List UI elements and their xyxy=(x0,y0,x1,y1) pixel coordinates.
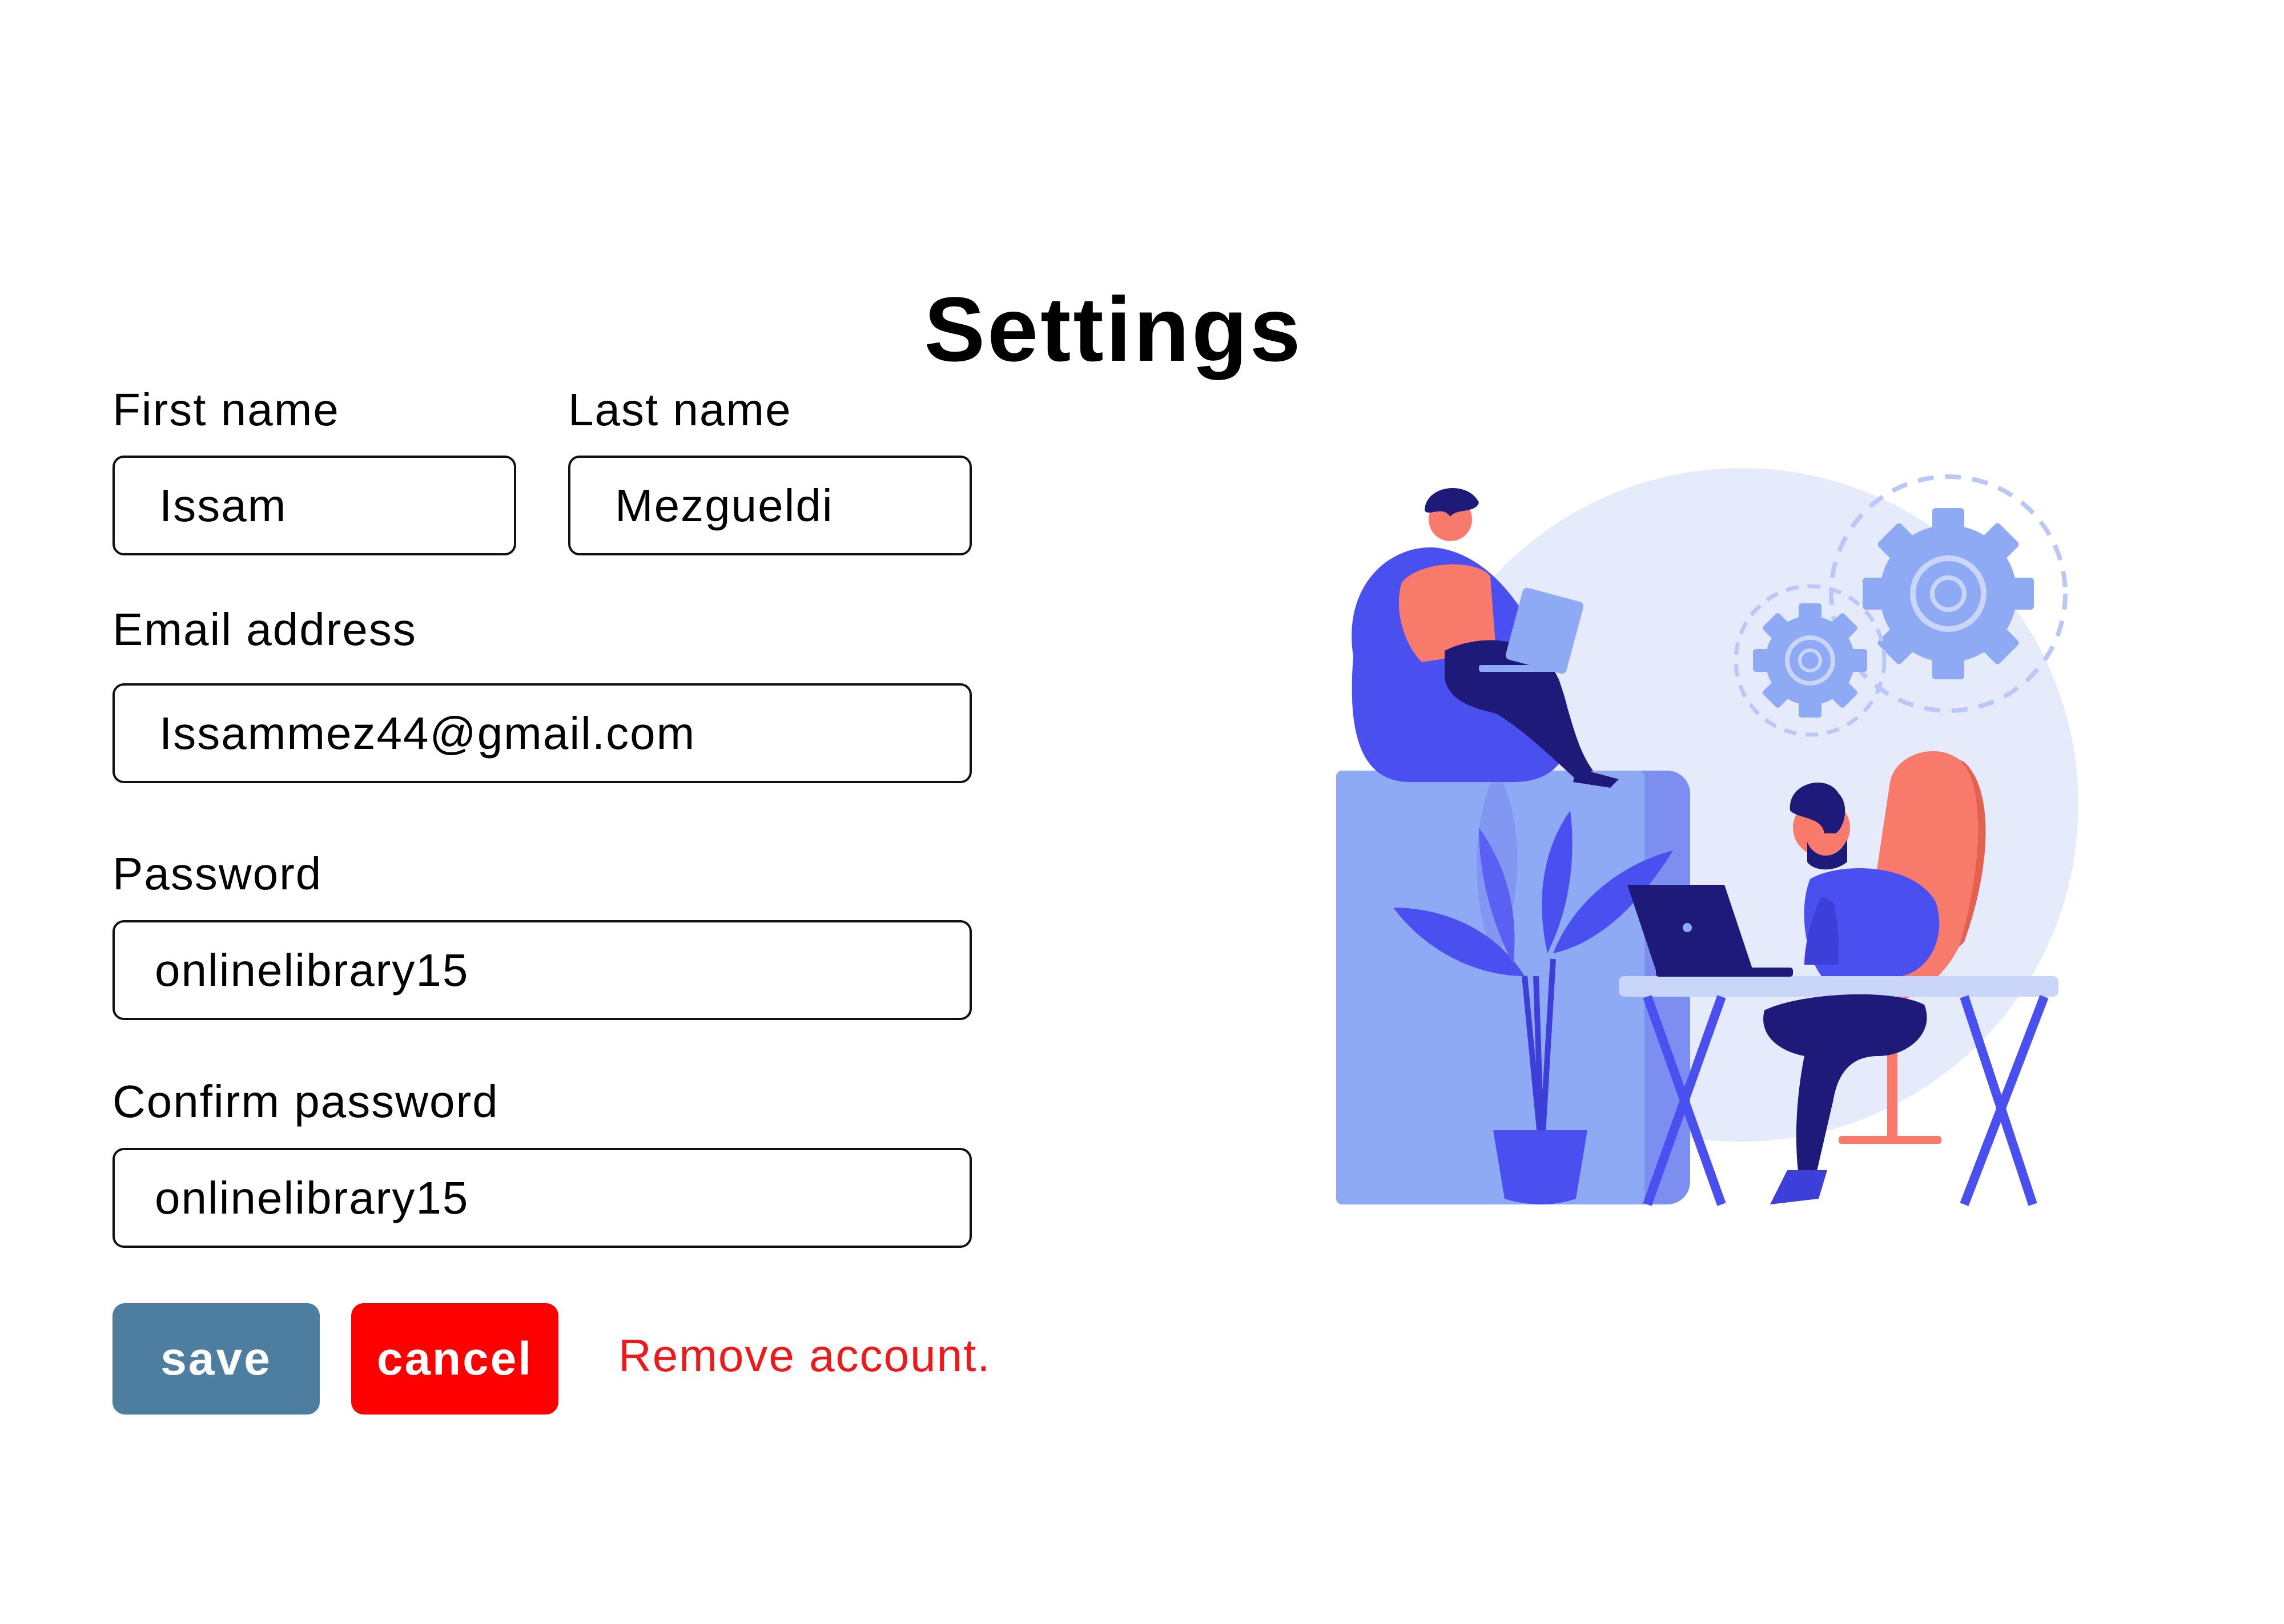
save-button[interactable]: save xyxy=(112,1303,320,1415)
last-name-label: Last name xyxy=(568,384,792,435)
confirm-password-input[interactable] xyxy=(112,1148,972,1248)
cancel-button[interactable]: cancel xyxy=(351,1303,558,1415)
people-working-with-gears-illustration xyxy=(1336,468,2078,1206)
email-input[interactable] xyxy=(112,683,972,783)
page-title: Settings xyxy=(924,278,1303,381)
first-name-label: First name xyxy=(112,384,340,435)
email-label: Email address xyxy=(112,604,417,655)
password-input[interactable] xyxy=(112,920,972,1020)
remove-account-link[interactable]: Remove account. xyxy=(618,1333,991,1379)
confirm-password-label: Confirm password xyxy=(112,1076,499,1127)
password-label: Password xyxy=(112,848,323,899)
first-name-input[interactable] xyxy=(112,456,516,555)
last-name-input[interactable] xyxy=(568,456,972,555)
